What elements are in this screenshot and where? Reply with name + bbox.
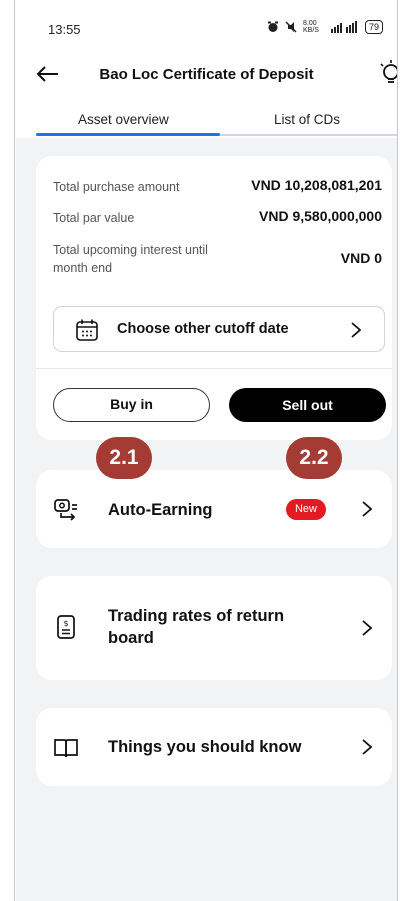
- upcoming-interest-label: Total upcoming interest until month end: [53, 243, 208, 275]
- chevron-right-icon: [362, 501, 373, 517]
- things-to-know-card[interactable]: Things you should know: [36, 708, 392, 786]
- tab-underline: [220, 134, 397, 136]
- trading-rates-label: Trading rates of return board: [108, 607, 285, 647]
- document-dollar-icon: $: [57, 615, 75, 639]
- active-tab-indicator: [36, 133, 220, 136]
- lightbulb-icon[interactable]: [375, 58, 397, 88]
- trading-rates-card[interactable]: $ Trading rates of return board: [36, 576, 392, 680]
- auto-earning-label: Auto-Earning: [108, 501, 213, 519]
- upcoming-interest-value: VND 0: [340, 250, 382, 266]
- signal-icon: [330, 21, 357, 33]
- svg-text:$: $: [63, 619, 68, 628]
- right-frame-border: [397, 0, 403, 901]
- total-par-value: VND 9,580,000,000: [259, 208, 382, 224]
- choose-cutoff-date-button[interactable]: Choose other cutoff date: [53, 306, 385, 352]
- status-time: 13:55: [48, 22, 81, 37]
- data-speed-icon: 8.00 KB/S: [302, 20, 319, 34]
- tab-asset-overview[interactable]: Asset overview: [78, 112, 169, 127]
- alarm-icon: [267, 21, 278, 32]
- sell-out-button[interactable]: Sell out: [229, 388, 386, 422]
- buy-in-button[interactable]: Buy in: [53, 388, 210, 422]
- status-icons: 8.00 KB/S 79: [267, 20, 383, 34]
- left-frame-border: [0, 0, 15, 901]
- chevron-right-icon: [362, 620, 373, 636]
- chevron-right-icon: [351, 322, 362, 338]
- calendar-icon: [76, 319, 98, 341]
- page-title: Bao Loc Certificate of Deposit: [99, 66, 314, 83]
- card-divider: [36, 368, 392, 369]
- phone-screen: 13:55 8.00 KB/S 79 Bao Loc Certificate o…: [16, 0, 397, 901]
- total-purchase-value: VND 10,208,081,201: [251, 177, 382, 193]
- annotation-tag-buy: 2.1: [96, 437, 152, 479]
- cutoff-date-label: Choose other cutoff date: [117, 321, 289, 337]
- battery-icon: 79: [364, 20, 383, 34]
- auto-earning-card[interactable]: Auto-Earning New: [36, 470, 392, 548]
- total-purchase-label: Total purchase amount: [53, 180, 180, 194]
- open-book-icon: [54, 739, 78, 758]
- auto-earning-icon: [54, 499, 77, 521]
- annotation-tag-sell: 2.2: [286, 437, 342, 479]
- total-par-label: Total par value: [53, 211, 135, 225]
- things-to-know-label: Things you should know: [108, 738, 302, 756]
- tab-list-of-cds[interactable]: List of CDs: [274, 112, 340, 127]
- asset-summary-card: Total purchase amount VND 10,208,081,201…: [36, 156, 392, 440]
- chevron-right-icon: [362, 739, 373, 755]
- mute-icon: [285, 21, 297, 33]
- new-badge: New: [286, 499, 326, 520]
